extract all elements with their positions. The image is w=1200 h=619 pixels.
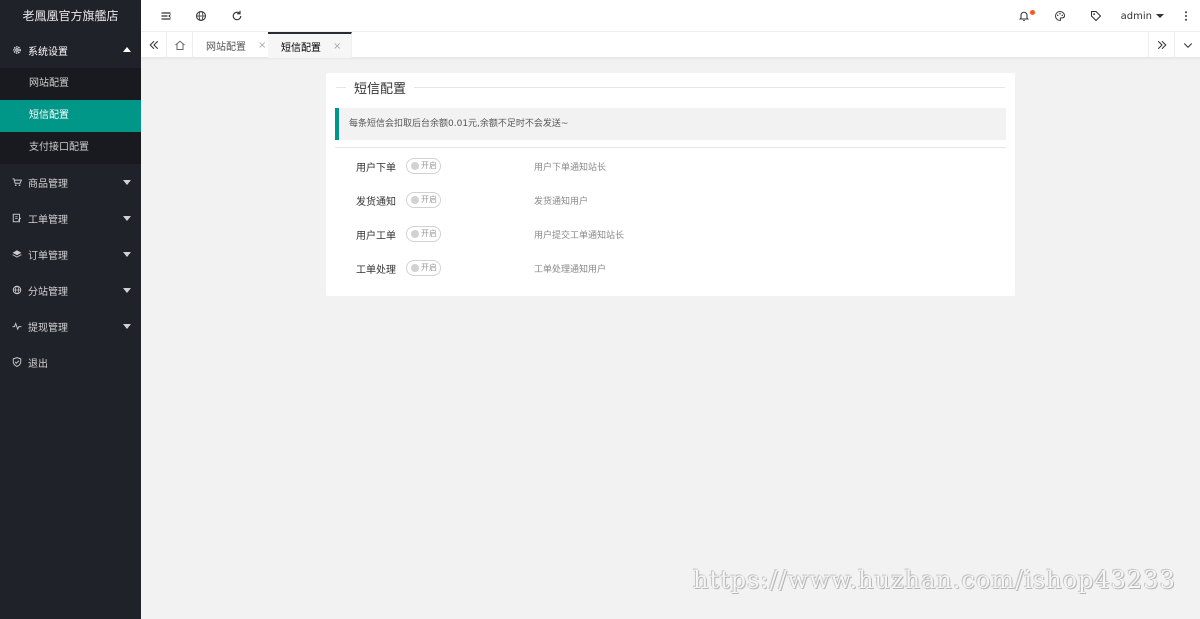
field-label: 发货通知 (356, 196, 396, 208)
more-button[interactable] (1174, 0, 1198, 32)
toggle-user-ticket[interactable]: 开启 (406, 226, 441, 242)
globe-icon (12, 285, 22, 295)
toggle-user-order[interactable]: 开启 (406, 158, 441, 174)
form-row-user-order: 用户下单 开启 用户下单通知站长 (326, 155, 1015, 177)
double-chevron-right-icon (1157, 40, 1166, 50)
sidebar-item-withdrawals[interactable]: 提现管理 (0, 308, 141, 344)
chevron-down-icon (123, 252, 131, 257)
app-logo[interactable]: 老鳳凰官方旗艦店 (0, 0, 141, 32)
tab-sms-config[interactable]: 短信配置 × (268, 32, 353, 58)
top-header: admin (141, 0, 1200, 32)
username: admin (1120, 10, 1152, 22)
bell-icon (1018, 11, 1030, 22)
form-row-ticket-handling: 工单处理 开启 工单处理通知用户 (326, 257, 1015, 279)
field-description: 发货通知用户 (534, 196, 589, 207)
sidebar-subitem-sms-config[interactable]: 短信配置 (0, 100, 141, 132)
home-tab[interactable] (167, 32, 193, 58)
shield-icon (12, 357, 22, 367)
menu-fold-button[interactable] (154, 0, 178, 32)
gear-icon (12, 45, 22, 55)
watermark: https://www.huzhan.com/ishop43233 (693, 566, 1176, 594)
form-row-user-ticket: 用户工单 开启 用户提交工单通知站长 (326, 223, 1015, 245)
sidebar-subitem-payment-config[interactable]: 支付接口配置 (0, 132, 141, 164)
field-label: 用户工单 (356, 230, 396, 242)
toggle-knob (411, 230, 419, 238)
caret-down-icon (1156, 14, 1164, 18)
sidebar-item-label: 系统设置 (28, 46, 68, 58)
notice-blockquote: 每条短信会扣取后台余额0.01元,余额不足时不会发送~ (335, 108, 1006, 140)
pulse-icon (12, 321, 22, 331)
user-menu[interactable]: admin (1121, 0, 1164, 32)
toggle-shipping-notice[interactable]: 开启 (406, 192, 441, 208)
notifications-button[interactable] (1012, 0, 1036, 32)
sidebar-item-system-settings[interactable]: 系统设置 (0, 32, 141, 68)
double-chevron-left-icon (149, 40, 158, 50)
form-row-shipping-notice: 发货通知 开启 发货通知用户 (326, 189, 1015, 211)
divider (335, 147, 1006, 148)
chevron-down-icon (123, 324, 131, 329)
legend-divider (336, 87, 1005, 88)
menu-fold-icon (161, 12, 171, 20)
toggle-text: 开启 (421, 195, 437, 204)
toggle-text: 开启 (421, 161, 437, 170)
chevron-down-icon (1183, 43, 1192, 48)
tabs-menu-button[interactable] (1174, 32, 1200, 58)
sidebar-item-label: 提现管理 (28, 322, 68, 334)
sidebar-item-label: 工单管理 (28, 214, 68, 226)
cart-icon (12, 177, 22, 187)
toggle-knob (411, 162, 419, 170)
tab-site-config[interactable]: 网站配置 × (193, 32, 278, 58)
ticket-icon (12, 213, 22, 223)
chevron-down-icon (123, 216, 131, 221)
sidebar-item-label: 退出 (28, 358, 48, 370)
tab-label: 网站配置 (206, 41, 246, 53)
tag-button[interactable] (1084, 0, 1108, 32)
toggle-text: 开启 (421, 263, 437, 272)
chevron-up-icon (123, 47, 131, 52)
sidebar-item-label: 分站管理 (28, 286, 68, 298)
sidebar-item-label: 订单管理 (28, 250, 68, 262)
submenu-system-settings: 网站配置 短信配置 支付接口配置 (0, 68, 141, 164)
close-icon[interactable]: × (258, 40, 266, 51)
refresh-button[interactable] (225, 0, 249, 32)
sidebar-item-tickets[interactable]: 工单管理 (0, 200, 141, 236)
sms-config-card: 短信配置 每条短信会扣取后台余额0.01元,余额不足时不会发送~ 用户下单 开启… (326, 73, 1015, 296)
field-label: 用户下单 (356, 162, 396, 174)
toggle-ticket-handling[interactable]: 开启 (406, 260, 441, 276)
sidebar-item-products[interactable]: 商品管理 (0, 164, 141, 200)
close-icon[interactable]: × (333, 41, 341, 52)
sidebar-item-logout[interactable]: 退出 (0, 344, 141, 380)
website-button[interactable] (189, 0, 213, 32)
sidebar-item-orders[interactable]: 订单管理 (0, 236, 141, 272)
page-title: 短信配置 (346, 78, 415, 97)
fieldset-legend: 短信配置 (336, 78, 1005, 97)
globe-icon (195, 10, 207, 22)
more-vertical-icon (1185, 11, 1187, 21)
tabs-scroll-right-button[interactable] (1148, 32, 1174, 58)
field-description: 用户下单通知站长 (534, 162, 607, 173)
home-icon (174, 40, 185, 50)
layers-icon (12, 249, 22, 259)
sidebar-subitem-site-config[interactable]: 网站配置 (0, 68, 141, 100)
notification-badge (1030, 10, 1035, 15)
field-description: 工单处理通知用户 (534, 264, 607, 275)
toggle-knob (411, 264, 419, 272)
tag-icon (1090, 10, 1102, 22)
toggle-knob (411, 196, 419, 204)
sidebar-item-substations[interactable]: 分站管理 (0, 272, 141, 308)
palette-icon (1055, 11, 1065, 21)
chevron-down-icon (123, 180, 131, 185)
sidebar-item-label: 商品管理 (28, 178, 68, 190)
theme-button[interactable] (1048, 0, 1072, 32)
chevron-down-icon (123, 288, 131, 293)
toggle-text: 开启 (421, 229, 437, 238)
tab-label: 短信配置 (281, 42, 321, 54)
field-description: 用户提交工单通知站长 (534, 230, 625, 241)
refresh-icon (232, 10, 242, 21)
page-tabs: 网站配置 × 短信配置 × (141, 32, 1200, 58)
sidebar: 老鳳凰官方旗艦店 系统设置 网站配置 短信配置 支付接口配置 商品管理 工单管理… (0, 0, 141, 619)
field-label: 工单处理 (356, 264, 396, 276)
tabs-scroll-left-button[interactable] (141, 32, 167, 58)
